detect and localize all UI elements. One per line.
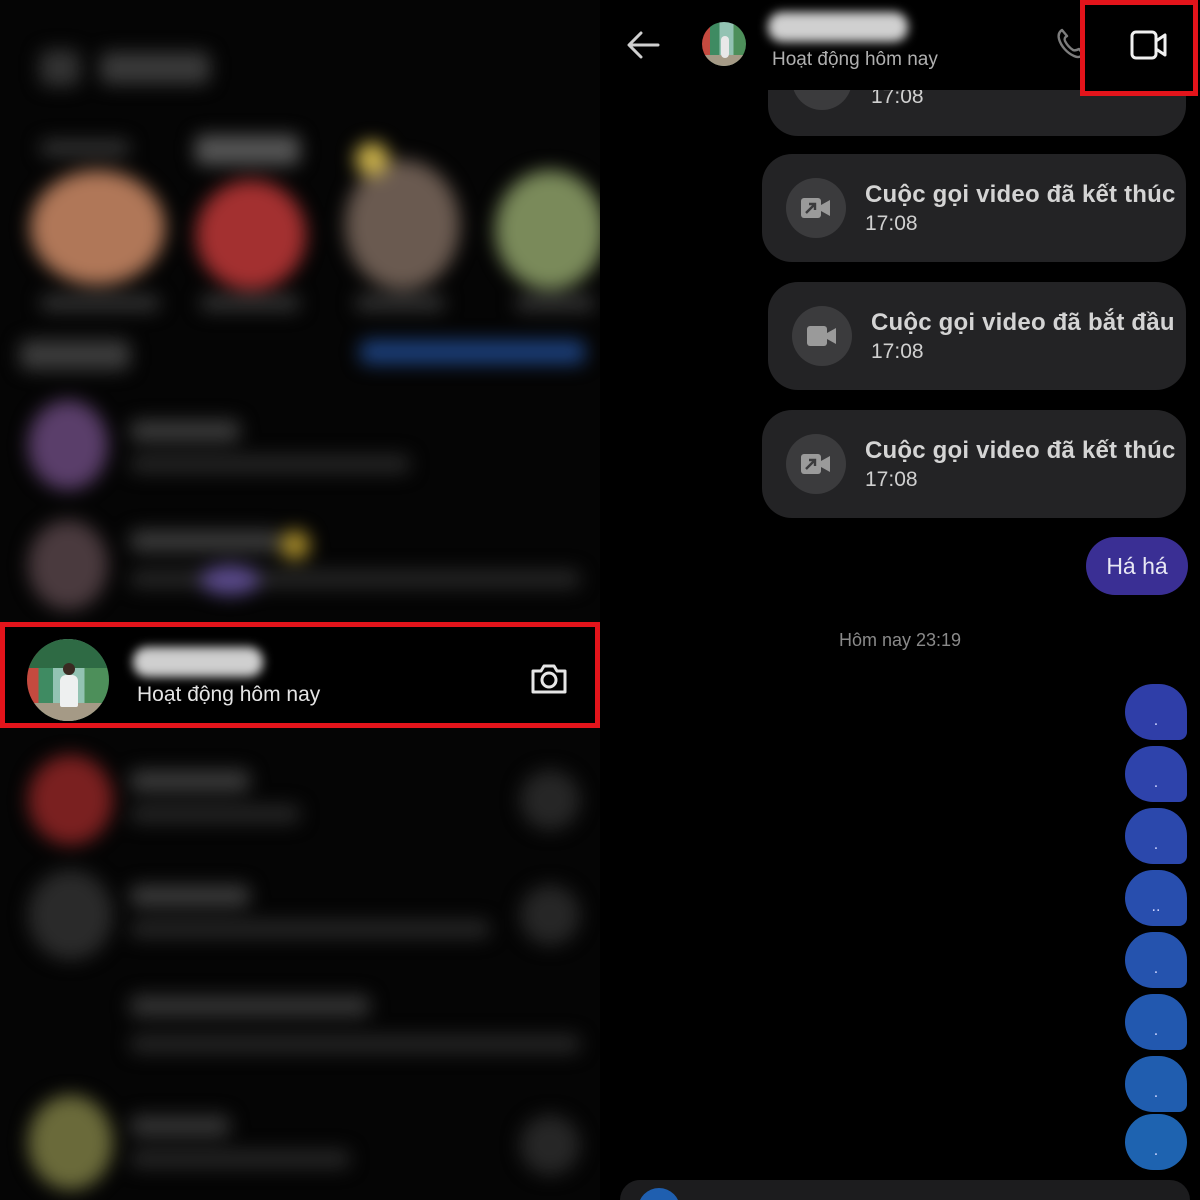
- video-camera-icon[interactable]: [1080, 0, 1198, 96]
- highlighted-conversation-row[interactable]: Hoạt động hôm nay: [0, 622, 600, 728]
- message-composer[interactable]: [620, 1180, 1190, 1200]
- sent-message-bubble[interactable]: .: [1125, 1056, 1187, 1112]
- call-card[interactable]: Cuộc gọi video đã kết thúc 17:08: [762, 410, 1186, 518]
- contact-status: Hoạt động hôm nay: [137, 683, 321, 706]
- call-title: Cuộc gọi video đã kết thúc: [865, 181, 1176, 208]
- camera-icon[interactable]: [529, 661, 569, 697]
- sent-message-bubble[interactable]: Há há: [1086, 537, 1188, 595]
- video-call-ended-icon: [786, 178, 846, 238]
- call-time: 17:08: [865, 212, 918, 235]
- sent-message-bubble[interactable]: .: [1125, 1114, 1187, 1170]
- call-time: 17:08: [871, 340, 924, 363]
- call-time: 17:08: [865, 468, 918, 491]
- sent-message-bubble[interactable]: .: [1125, 994, 1187, 1050]
- arrow-left-icon[interactable]: [622, 24, 664, 66]
- video-call-ended-icon: [786, 434, 846, 494]
- sent-message-bubble[interactable]: .: [1125, 808, 1187, 864]
- blurred-content: [0, 0, 600, 1200]
- call-card[interactable]: Cuộc gọi video đã kết thúc 17:08: [762, 154, 1186, 262]
- contact-status: Hoạt động hôm nay: [772, 49, 938, 70]
- sent-message-bubble[interactable]: .: [1125, 932, 1187, 988]
- sent-message-bubble[interactable]: ..: [1125, 870, 1187, 926]
- call-card[interactable]: Cuộc gọi video đã bắt đầu 17:08: [768, 282, 1186, 390]
- conversation-list-pane: Hoạt động hôm nay: [0, 0, 600, 1200]
- call-title: Cuộc gọi video đã kết thúc: [865, 437, 1176, 464]
- call-title: Cuộc gọi video đã bắt đầu: [871, 309, 1175, 336]
- chat-header: Hoạt động hôm nay: [600, 0, 1200, 96]
- sent-message-bubble[interactable]: .: [1125, 746, 1187, 802]
- avatar[interactable]: [702, 22, 746, 66]
- video-call-started-icon: [792, 306, 852, 366]
- contact-name-redacted: [133, 647, 263, 677]
- sent-message-bubble[interactable]: .: [1125, 684, 1187, 740]
- chat-pane: 17:08 Hoạt động hôm nay Cuộc gọi video đ…: [600, 0, 1200, 1200]
- avatar: [27, 639, 109, 721]
- message-timestamp: Hôm nay 23:19: [838, 630, 962, 650]
- contact-name-redacted[interactable]: [768, 12, 908, 42]
